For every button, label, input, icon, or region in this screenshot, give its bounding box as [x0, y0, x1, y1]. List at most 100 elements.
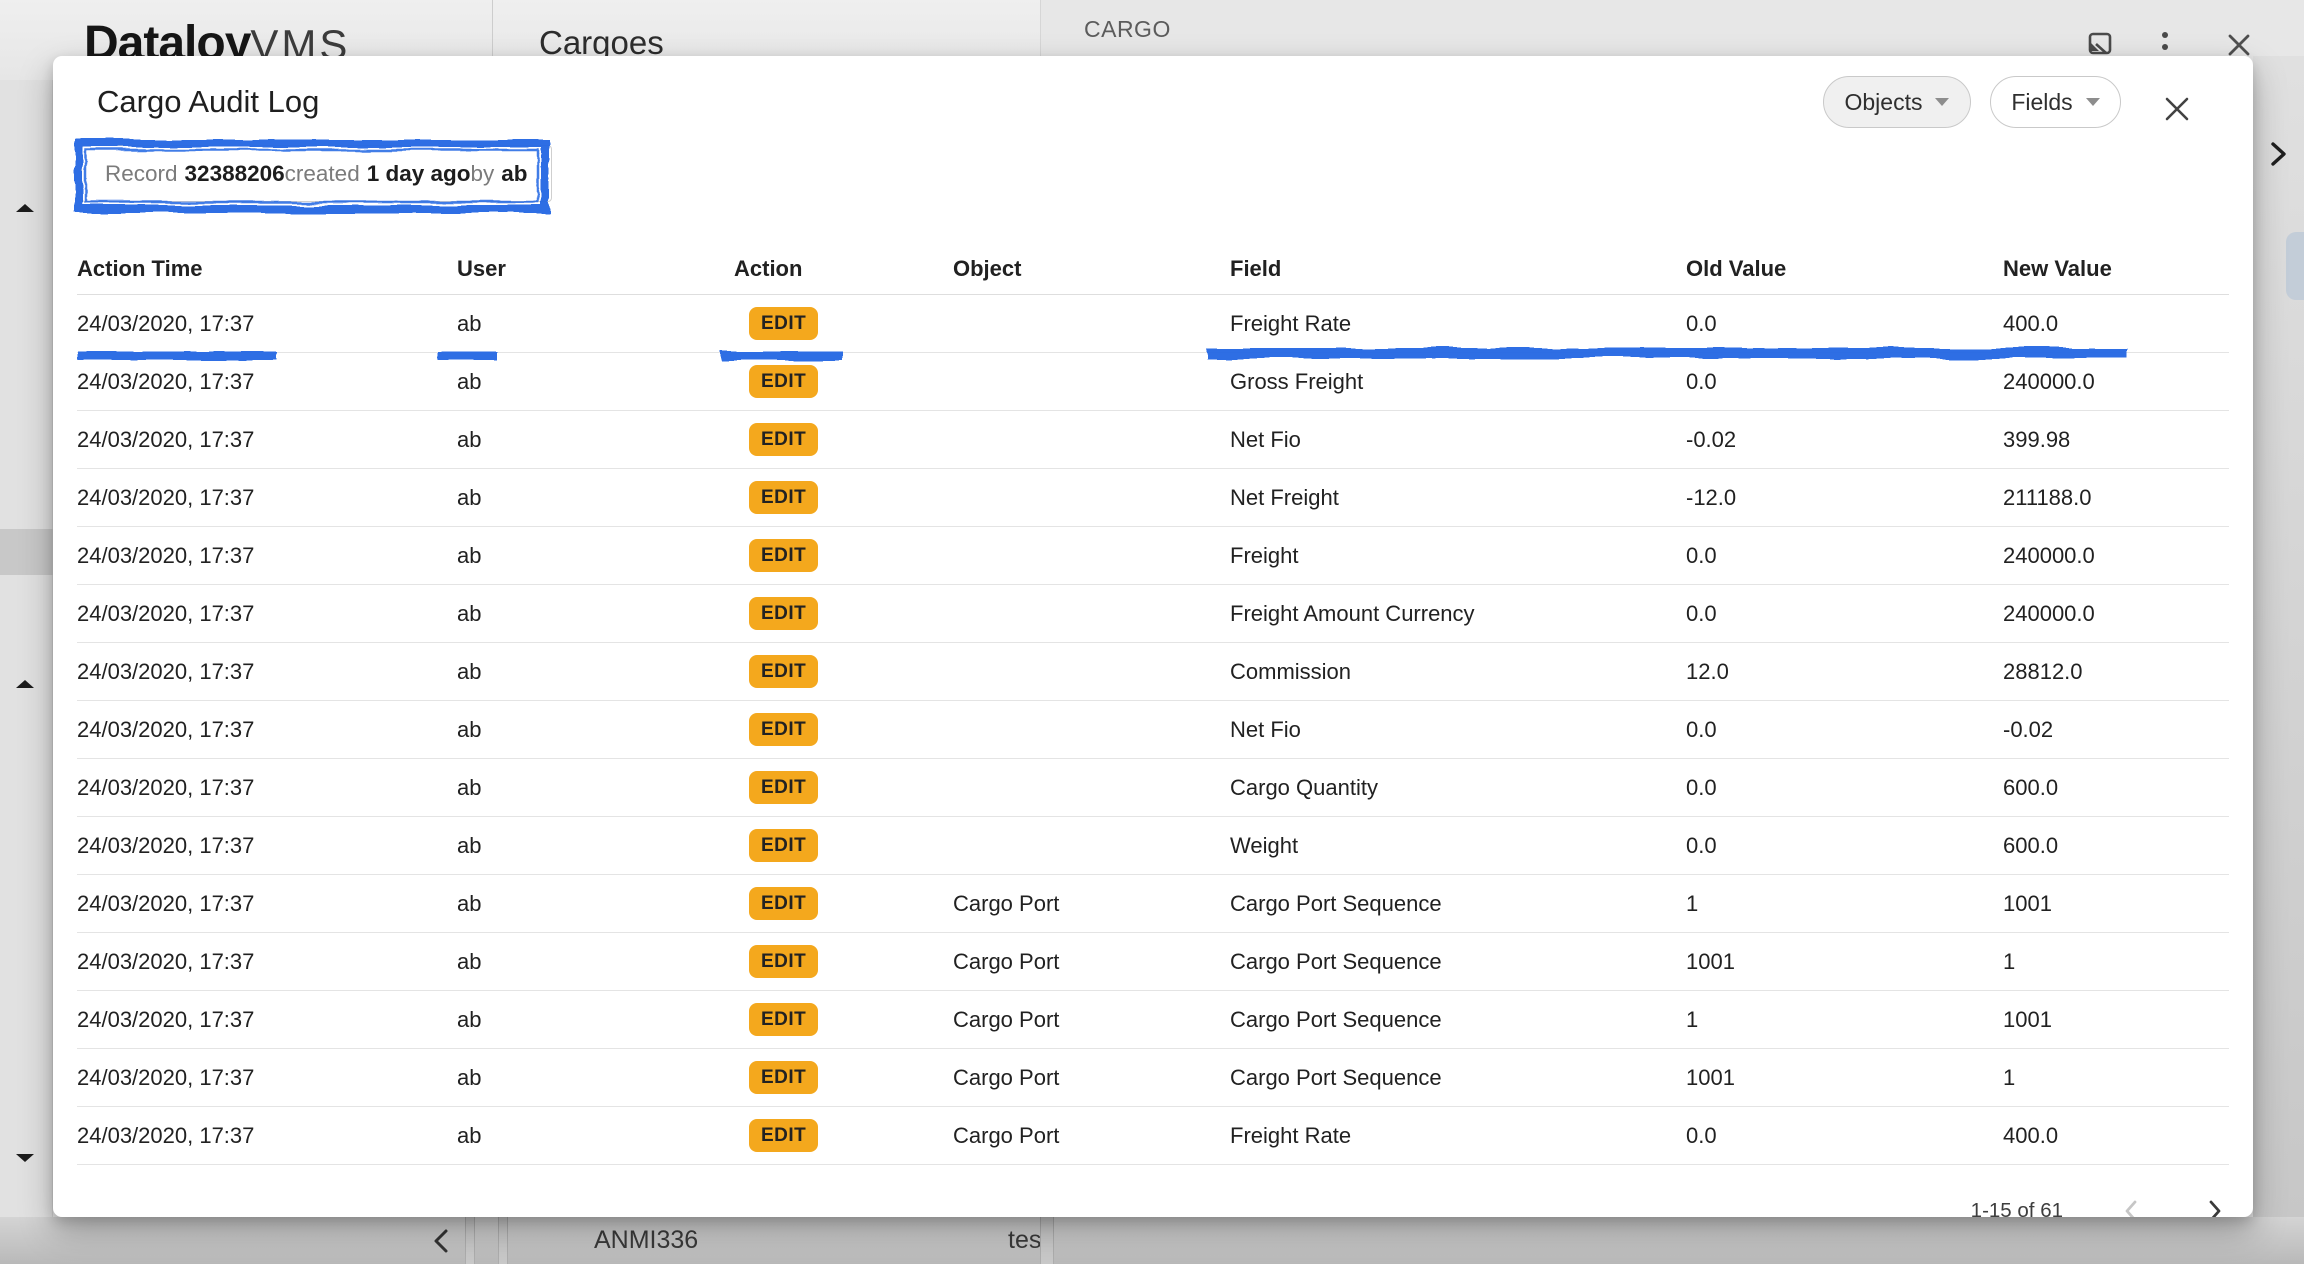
expand-right-chevron-icon[interactable]	[2262, 138, 2294, 175]
cell-field: Freight Rate	[1230, 311, 1686, 337]
cell-user: ab	[457, 717, 734, 743]
cell-field: Freight	[1230, 543, 1686, 569]
cell-new-value: 1001	[2003, 1007, 2229, 1033]
cell-action-time: 24/03/2020, 17:37	[77, 775, 457, 801]
selected-row-band	[0, 529, 53, 575]
cell-old-value: -0.02	[1686, 427, 2003, 453]
table-row: 24/03/2020, 17:37 ab EDIT Cargo Port Fre…	[77, 1107, 2229, 1165]
table-header-row: Action Time User Action Object Field Old…	[77, 243, 2229, 295]
cell-old-value: 1001	[1686, 1065, 2003, 1091]
background-cell-code: ANMI336	[594, 1226, 698, 1255]
cell-user: ab	[457, 369, 734, 395]
cell-field: Cargo Port Sequence	[1230, 1065, 1686, 1091]
scroll-up-icon[interactable]	[16, 680, 34, 688]
right-background-sliver	[2253, 56, 2304, 1217]
cell-old-value: 12.0	[1686, 659, 2003, 685]
column-divider	[465, 1217, 475, 1264]
edit-action-badge: EDIT	[749, 365, 818, 398]
cell-new-value: 240000.0	[2003, 601, 2229, 627]
col-header-action-time: Action Time	[77, 256, 457, 282]
chevron-down-icon	[2086, 98, 2100, 106]
cell-field: Net Freight	[1230, 485, 1686, 511]
record-info-banner: Record 32388206 created 1 day ago by ab	[81, 145, 552, 202]
column-divider	[1040, 1217, 1054, 1264]
table-row: 24/03/2020, 17:37 ab EDIT Cargo Port Car…	[77, 991, 2229, 1049]
table-row: 24/03/2020, 17:37 ab EDIT Cargo Quantity…	[77, 759, 2229, 817]
table-row: 24/03/2020, 17:37 ab EDIT Cargo Port Car…	[77, 933, 2229, 991]
cell-user: ab	[457, 1065, 734, 1091]
edit-action-badge: EDIT	[749, 1119, 818, 1152]
cell-new-value: 400.0	[2003, 311, 2229, 337]
edit-action-badge: EDIT	[749, 771, 818, 804]
objects-filter-label: Objects	[1845, 89, 1923, 116]
cell-field: Freight Rate	[1230, 1123, 1686, 1149]
page: DataloyVMS Cargoes CARGO	[0, 0, 2304, 1264]
edit-action-badge: EDIT	[749, 481, 818, 514]
scroll-up-icon[interactable]	[16, 204, 34, 212]
fields-filter-button[interactable]: Fields	[1990, 76, 2121, 128]
objects-filter-button[interactable]: Objects	[1823, 76, 1971, 128]
scroll-down-icon[interactable]	[16, 1154, 34, 1162]
edit-action-badge: EDIT	[749, 655, 818, 688]
edit-action-badge: EDIT	[749, 1003, 818, 1036]
cell-user: ab	[457, 601, 734, 627]
edit-action-badge: EDIT	[749, 423, 818, 456]
cell-old-value: 0.0	[1686, 775, 2003, 801]
cell-action-time: 24/03/2020, 17:37	[77, 485, 457, 511]
dialog-title: Cargo Audit Log	[97, 84, 319, 120]
cell-action-time: 24/03/2020, 17:37	[77, 1007, 457, 1033]
col-header-object: Object	[953, 256, 1230, 282]
table-row: 24/03/2020, 17:37 ab EDIT Cargo Port Car…	[77, 875, 2229, 933]
col-header-action: Action	[734, 256, 953, 282]
cell-old-value: 0.0	[1686, 311, 2003, 337]
col-header-user: User	[457, 256, 734, 282]
cell-new-value: 28812.0	[2003, 659, 2229, 685]
cell-user: ab	[457, 775, 734, 801]
cell-new-value: -0.02	[2003, 717, 2229, 743]
pagination-range-label: 1-15 of 61	[1971, 1199, 2063, 1217]
table-row: 24/03/2020, 17:37 ab EDIT Freight 0.0 24…	[77, 527, 2229, 585]
cell-action-time: 24/03/2020, 17:37	[77, 1123, 457, 1149]
audit-table-body: 24/03/2020, 17:37 ab EDIT Freight Rate 0…	[77, 295, 2229, 1165]
cell-action-time: 24/03/2020, 17:37	[77, 891, 457, 917]
created-label: created	[285, 161, 360, 187]
cell-field: Net Fio	[1230, 427, 1686, 453]
cell-object: Cargo Port	[953, 891, 1230, 917]
cargo-panel-title: CARGO	[1084, 16, 1171, 43]
pagination-next-icon[interactable]	[2201, 1198, 2227, 1217]
edit-action-badge: EDIT	[749, 597, 818, 630]
cell-action-time: 24/03/2020, 17:37	[77, 601, 457, 627]
cell-field: Net Fio	[1230, 717, 1686, 743]
collapse-left-chevron-icon[interactable]	[428, 1227, 456, 1260]
table-row: 24/03/2020, 17:37 ab EDIT Net Fio 0.0 -0…	[77, 701, 2229, 759]
cell-new-value: 399.98	[2003, 427, 2229, 453]
col-header-old-value: Old Value	[1686, 256, 2003, 282]
cell-old-value: 0.0	[1686, 1123, 2003, 1149]
background-scroll-thumb[interactable]	[2286, 232, 2304, 300]
pagination-prev-icon[interactable]	[2119, 1198, 2145, 1217]
edit-action-badge: EDIT	[749, 713, 818, 746]
background-bottom-row: ANMI336 tes	[0, 1217, 2304, 1264]
cell-action-time: 24/03/2020, 17:37	[77, 949, 457, 975]
cell-field: Cargo Port Sequence	[1230, 891, 1686, 917]
edit-action-badge: EDIT	[749, 945, 818, 978]
record-id: 32388206	[185, 161, 285, 187]
cell-new-value: 211188.0	[2003, 485, 2229, 511]
cell-old-value: 1	[1686, 1007, 2003, 1033]
col-header-field: Field	[1230, 256, 1686, 282]
pagination: 1-15 of 61	[1971, 1198, 2227, 1217]
cell-old-value: -12.0	[1686, 485, 2003, 511]
edit-action-badge: EDIT	[749, 1061, 818, 1094]
cell-old-value: 0.0	[1686, 717, 2003, 743]
cell-new-value: 600.0	[2003, 833, 2229, 859]
cell-old-value: 0.0	[1686, 543, 2003, 569]
cell-old-value: 0.0	[1686, 369, 2003, 395]
cell-old-value: 1001	[1686, 949, 2003, 975]
cell-user: ab	[457, 311, 734, 337]
column-divider	[498, 1217, 508, 1264]
dialog-close-icon[interactable]	[2157, 89, 2197, 129]
cell-new-value: 1001	[2003, 891, 2229, 917]
table-row: 24/03/2020, 17:37 ab EDIT Commission 12.…	[77, 643, 2229, 701]
cell-user: ab	[457, 949, 734, 975]
cell-new-value: 1	[2003, 949, 2229, 975]
